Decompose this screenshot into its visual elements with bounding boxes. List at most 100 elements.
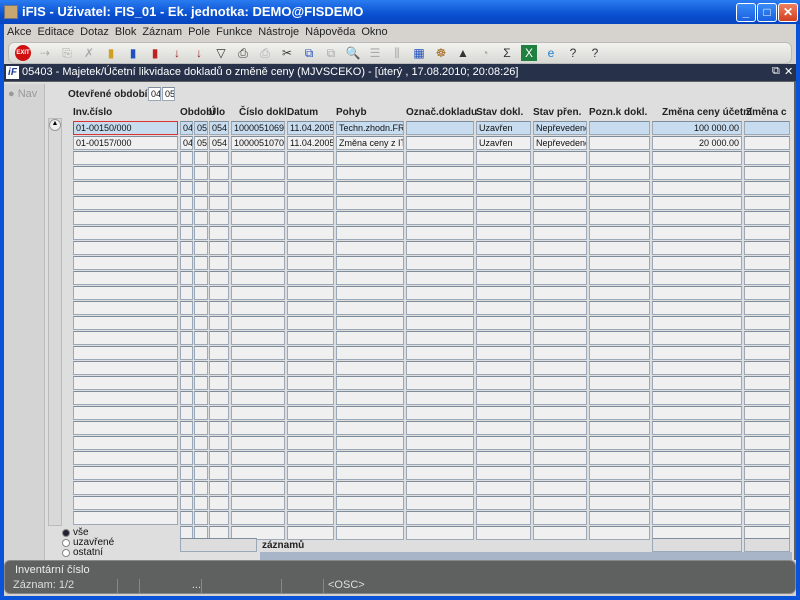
table-cell[interactable]: [336, 181, 404, 195]
table-cell[interactable]: [287, 436, 334, 450]
menu-7[interactable]: Nástroje: [258, 26, 299, 38]
table-cell[interactable]: [231, 151, 285, 165]
column-header[interactable]: Datum: [287, 107, 318, 118]
table-cell[interactable]: [406, 151, 474, 165]
table-cell[interactable]: [406, 481, 474, 495]
table-cell[interactable]: [231, 466, 285, 480]
table-cell[interactable]: [589, 331, 650, 345]
table-cell[interactable]: [652, 241, 742, 255]
table-cell[interactable]: [406, 286, 474, 300]
table-cell[interactable]: [589, 286, 650, 300]
table-cell[interactable]: [194, 256, 208, 270]
table-cell[interactable]: [589, 526, 650, 540]
table-cell[interactable]: [73, 421, 178, 435]
table-cell[interactable]: [336, 466, 404, 480]
table-cell[interactable]: [287, 286, 334, 300]
table-cell[interactable]: [73, 151, 178, 165]
table-cell[interactable]: [287, 256, 334, 270]
table-cell[interactable]: [336, 361, 404, 375]
table-cell[interactable]: [652, 421, 742, 435]
table-cell[interactable]: [406, 511, 474, 525]
table-cell[interactable]: [180, 256, 193, 270]
table-cell[interactable]: [589, 151, 650, 165]
table-cell[interactable]: [744, 361, 790, 375]
sort-asc-icon[interactable]: ↓: [169, 45, 185, 61]
table-cell[interactable]: [336, 526, 404, 540]
table-cell[interactable]: [476, 526, 531, 540]
table-cell[interactable]: [287, 376, 334, 390]
table-cell[interactable]: [287, 166, 334, 180]
table-cell[interactable]: [209, 226, 229, 240]
table-cell[interactable]: [194, 361, 208, 375]
cut-icon[interactable]: ✂: [279, 45, 295, 61]
table-cell[interactable]: [336, 196, 404, 210]
menu-8[interactable]: Nápověda: [305, 26, 355, 38]
table-cell[interactable]: [287, 526, 334, 540]
table-cell[interactable]: [287, 211, 334, 225]
close-button[interactable]: ✕: [778, 3, 798, 22]
table-cell[interactable]: [194, 196, 208, 210]
table-cell[interactable]: [533, 151, 587, 165]
table-cell[interactable]: [287, 391, 334, 405]
table-cell[interactable]: [209, 346, 229, 360]
table-cell[interactable]: [652, 346, 742, 360]
table-cell[interactable]: [180, 376, 193, 390]
table-cell[interactable]: [744, 346, 790, 360]
table-cell[interactable]: [73, 256, 178, 270]
table-cell[interactable]: [744, 511, 790, 525]
maximize-button[interactable]: □: [757, 3, 777, 22]
table-cell[interactable]: [589, 316, 650, 330]
table-cell[interactable]: 11.04.2005 0: [287, 136, 334, 150]
table-cell[interactable]: [209, 391, 229, 405]
duplicate-record-icon[interactable]: ⎘: [59, 45, 75, 61]
table-cell[interactable]: [73, 406, 178, 420]
table-cell[interactable]: [533, 166, 587, 180]
column-header[interactable]: Změna c: [746, 107, 787, 118]
table-cell[interactable]: [744, 226, 790, 240]
table-cell[interactable]: [533, 241, 587, 255]
table-cell[interactable]: [589, 346, 650, 360]
table-cell[interactable]: 1000051069: [231, 121, 285, 135]
table-cell[interactable]: [209, 406, 229, 420]
table-cell[interactable]: [744, 496, 790, 510]
table-cell[interactable]: [180, 301, 193, 315]
table-cell[interactable]: [652, 361, 742, 375]
table-cell[interactable]: [406, 166, 474, 180]
table-cell[interactable]: [336, 211, 404, 225]
excel-icon[interactable]: X: [521, 45, 537, 61]
table-cell[interactable]: [476, 166, 531, 180]
table-cell[interactable]: [589, 301, 650, 315]
table-cell[interactable]: [180, 196, 193, 210]
table-cell[interactable]: [744, 196, 790, 210]
table-cell[interactable]: [194, 346, 208, 360]
table-cell[interactable]: [73, 466, 178, 480]
table-cell[interactable]: [652, 331, 742, 345]
table-cell[interactable]: [476, 181, 531, 195]
table-cell[interactable]: [194, 211, 208, 225]
table-cell[interactable]: [194, 451, 208, 465]
table-cell[interactable]: [589, 511, 650, 525]
table-cell[interactable]: [336, 331, 404, 345]
table-cell[interactable]: [476, 211, 531, 225]
table-cell[interactable]: Nepřevedeno: [533, 121, 587, 135]
table-cell[interactable]: [209, 181, 229, 195]
table-cell[interactable]: [287, 451, 334, 465]
exit-icon[interactable]: EXIT: [15, 45, 31, 61]
table-cell[interactable]: [533, 211, 587, 225]
list-icon[interactable]: ☰: [367, 45, 383, 61]
table-cell[interactable]: [744, 421, 790, 435]
table-cell[interactable]: [209, 466, 229, 480]
table-cell[interactable]: [231, 391, 285, 405]
table-cell[interactable]: [406, 256, 474, 270]
table-cell[interactable]: [336, 271, 404, 285]
table-cell[interactable]: [336, 376, 404, 390]
table-cell[interactable]: [652, 496, 742, 510]
table-cell[interactable]: [180, 181, 193, 195]
table-cell[interactable]: [194, 331, 208, 345]
table-cell[interactable]: [287, 361, 334, 375]
table-cell[interactable]: [744, 376, 790, 390]
table-cell[interactable]: [406, 391, 474, 405]
clock-icon[interactable]: ◔: [477, 45, 493, 61]
table-cell[interactable]: [287, 331, 334, 345]
table-cell[interactable]: [180, 511, 193, 525]
